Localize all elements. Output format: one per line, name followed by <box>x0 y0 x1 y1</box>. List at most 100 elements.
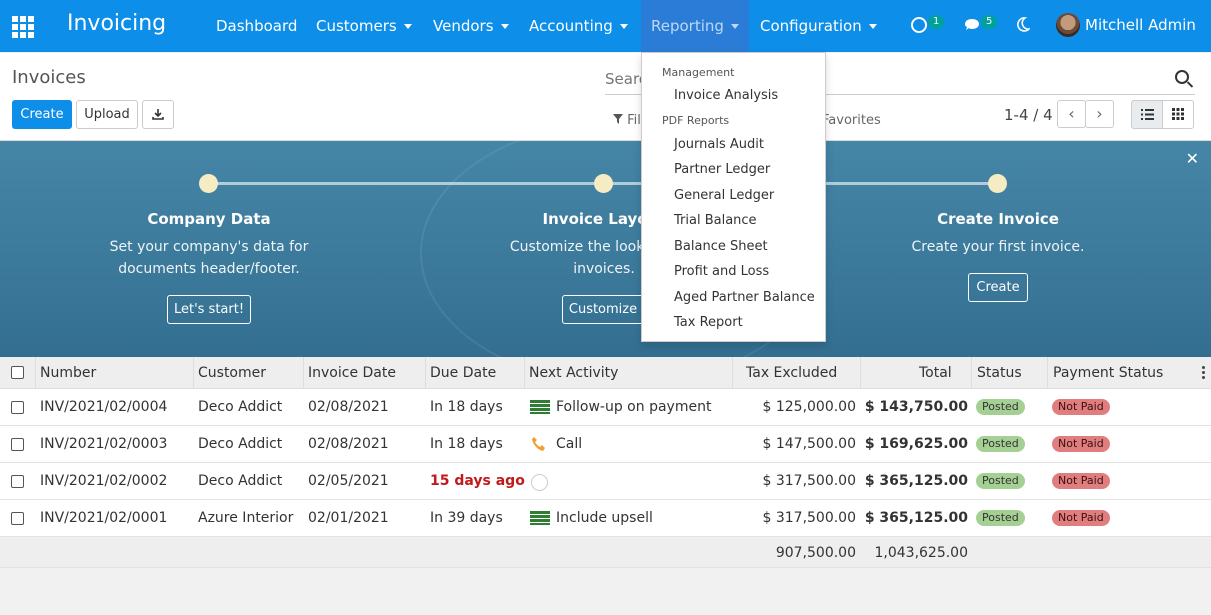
status-badge: Posted <box>976 473 1025 489</box>
app-name[interactable]: Invoicing <box>67 11 166 36</box>
menu-item-journals-audit[interactable]: Journals Audit <box>674 137 764 152</box>
due-date: In 39 days <box>430 510 503 526</box>
customer-name: Deco Addict <box>198 473 283 489</box>
favorites-toggle[interactable]: Favorites <box>822 113 881 128</box>
menu-reporting[interactable]: Reporting <box>641 0 749 52</box>
user-avatar[interactable] <box>1056 13 1080 37</box>
pager-previous-button[interactable]: ‹ <box>1057 100 1086 128</box>
upload-button[interactable]: Upload <box>76 100 138 129</box>
menu-configuration-label: Configuration <box>760 17 862 35</box>
table-row[interactable]: INV/2021/02/0002 Deco Addict 02/05/2021 … <box>0 463 1211 500</box>
next-activity: Call <box>556 436 583 452</box>
row-checkbox[interactable] <box>11 475 24 488</box>
due-date-overdue: 15 days ago <box>430 473 525 489</box>
list-view-icon <box>1140 109 1154 120</box>
pager-value[interactable]: 1-4 / 4 <box>1004 106 1053 124</box>
select-all-checkbox[interactable] <box>11 366 24 379</box>
control-panel: Invoices Create Upload Filters Favorites… <box>0 53 1211 141</box>
customize-button[interactable]: Customize <box>562 295 644 324</box>
table-row[interactable]: INV/2021/02/0001 Azure Interior 02/01/20… <box>0 500 1211 537</box>
next-activity: Include upsell <box>556 510 653 526</box>
messages-badge: 5 <box>981 15 998 29</box>
activity-clock-icon[interactable] <box>531 474 548 491</box>
list-view-button[interactable] <box>1131 100 1163 129</box>
menu-item-aged-partner-balance[interactable]: Aged Partner Balance <box>674 290 815 305</box>
column-header-payment-status[interactable]: Payment Status <box>1053 357 1163 389</box>
tax-excluded: $ 125,000.00 <box>762 399 856 415</box>
activity-clock-icon[interactable] <box>911 17 927 33</box>
row-checkbox[interactable] <box>11 512 24 525</box>
menu-vendors[interactable]: Vendors <box>423 0 519 52</box>
download-button[interactable] <box>142 100 174 129</box>
menu-dashboard-label: Dashboard <box>216 17 298 35</box>
menu-reporting-label: Reporting <box>651 17 724 35</box>
column-header-total[interactable]: Total <box>919 357 952 389</box>
menu-customers[interactable]: Customers <box>306 0 422 52</box>
menu-item-tax-report[interactable]: Tax Report <box>674 315 743 330</box>
close-icon[interactable]: ✕ <box>1186 149 1199 168</box>
step-dot <box>988 174 1007 193</box>
step-description: Create your first invoice. <box>848 236 1148 258</box>
menu-dashboard[interactable]: Dashboard <box>206 0 307 52</box>
menu-item-invoice-analysis[interactable]: Invoice Analysis <box>674 88 778 103</box>
invoice-date: 02/08/2021 <box>308 399 389 415</box>
menu-item-trial-balance[interactable]: Trial Balance <box>674 213 757 228</box>
search-icon[interactable] <box>1175 70 1189 84</box>
activity-list-icon[interactable] <box>530 511 550 525</box>
user-name[interactable]: Mitchell Admin <box>1085 16 1196 34</box>
invoice-date: 02/05/2021 <box>308 473 389 489</box>
column-header-customer[interactable]: Customer <box>198 357 266 389</box>
chat-icon[interactable] <box>964 17 981 37</box>
caret-down-icon <box>500 24 509 29</box>
menu-configuration[interactable]: Configuration <box>750 0 887 52</box>
footer-tax-excluded-sum: 907,500.00 <box>775 545 856 561</box>
menu-item-partner-ledger[interactable]: Partner Ledger <box>674 162 770 177</box>
column-header-next-activity[interactable]: Next Activity <box>529 357 618 389</box>
table-header: Number Customer Invoice Date Due Date Ne… <box>0 357 1211 389</box>
row-checkbox[interactable] <box>11 401 24 414</box>
create-button[interactable]: Create <box>12 100 72 129</box>
table-row[interactable]: INV/2021/02/0004 Deco Addict 02/08/2021 … <box>0 389 1211 426</box>
invoice-number: INV/2021/02/0001 <box>40 510 168 526</box>
menu-item-general-ledger[interactable]: General Ledger <box>674 188 774 203</box>
status-badge: Posted <box>976 510 1025 526</box>
favorites-label: Favorites <box>822 113 881 128</box>
phone-icon[interactable] <box>531 436 547 456</box>
dark-mode-moon-icon[interactable] <box>1016 17 1032 36</box>
column-header-invoice-date[interactable]: Invoice Date <box>308 357 396 389</box>
step-dot <box>199 174 218 193</box>
column-header-due-date[interactable]: Due Date <box>430 357 496 389</box>
next-activity: Follow-up on payment <box>556 399 712 415</box>
page-title: Invoices <box>12 67 86 88</box>
column-header-tax-excluded[interactable]: Tax Excluded <box>746 357 837 389</box>
caret-down-icon <box>868 24 877 29</box>
invoice-date: 02/08/2021 <box>308 436 389 452</box>
activity-list-icon[interactable] <box>530 400 550 414</box>
column-header-status[interactable]: Status <box>977 357 1022 389</box>
customer-name: Deco Addict <box>198 399 283 415</box>
customer-name: Deco Addict <box>198 436 283 452</box>
menu-item-balance-sheet[interactable]: Balance Sheet <box>674 239 768 254</box>
dropdown-header-pdf-reports: PDF Reports <box>662 114 730 127</box>
due-date: In 18 days <box>430 436 503 452</box>
kanban-view-button[interactable] <box>1162 100 1194 129</box>
create-invoice-button[interactable]: Create <box>968 273 1028 302</box>
step-title: Company Data <box>147 210 271 228</box>
table-footer: 907,500.00 1,043,625.00 <box>0 538 1211 568</box>
caret-down-icon <box>730 24 739 29</box>
pager-next-button[interactable]: › <box>1085 100 1114 128</box>
step-description-line: Set your company's data for <box>109 239 309 255</box>
menu-item-profit-and-loss[interactable]: Profit and Loss <box>674 264 769 279</box>
caret-down-icon <box>619 24 628 29</box>
reporting-dropdown: Management Invoice Analysis PDF Reports … <box>641 52 826 342</box>
app-grid-icon[interactable] <box>12 16 34 38</box>
menu-accounting-label: Accounting <box>529 17 613 35</box>
menu-accounting[interactable]: Accounting <box>519 0 638 52</box>
table-row[interactable]: INV/2021/02/0003 Deco Addict 02/08/2021 … <box>0 426 1211 463</box>
invoice-number: INV/2021/02/0003 <box>40 436 168 452</box>
lets-start-button[interactable]: Let's start! <box>167 295 251 324</box>
column-header-number[interactable]: Number <box>40 357 96 389</box>
row-checkbox[interactable] <box>11 438 24 451</box>
top-navbar: Invoicing Dashboard Customers Vendors Ac… <box>0 0 1211 52</box>
optional-columns-icon[interactable] <box>1202 366 1205 380</box>
